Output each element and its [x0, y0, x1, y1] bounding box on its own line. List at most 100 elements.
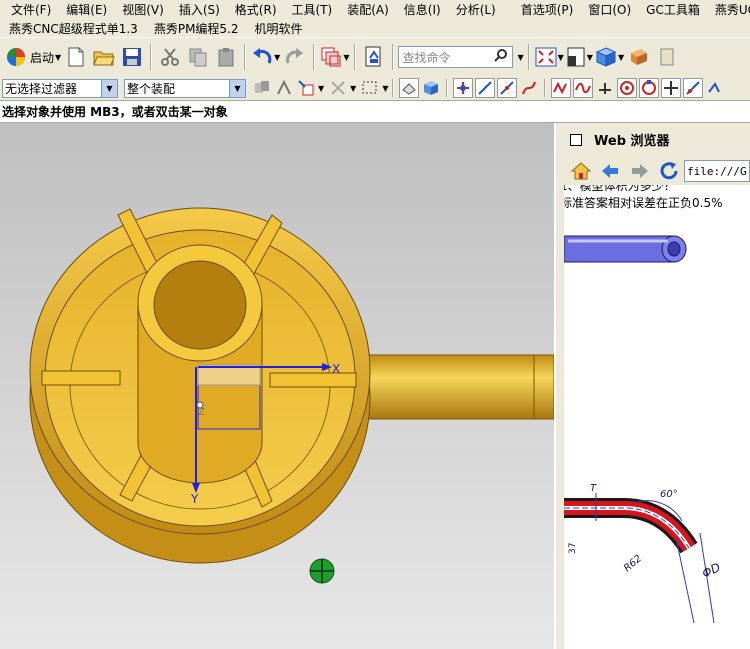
toolbar-separator: [354, 44, 357, 70]
intersection-icon: [599, 83, 612, 94]
redo-button[interactable]: [282, 43, 308, 71]
part-navigator-button[interactable]: [626, 43, 652, 71]
browser-toggle-checkbox[interactable]: [570, 133, 582, 146]
center-tube-hole: [153, 260, 247, 350]
snap-quadrant-button[interactable]: [639, 78, 660, 98]
standard-toolbar: 启动 ▼ ▼ ▼ 查找命令 ▼ ▼ ▼ ▼: [0, 37, 750, 77]
snap-tangent-button[interactable]: [705, 78, 725, 98]
snap-midpoint-button[interactable]: [497, 78, 518, 98]
cut-button[interactable]: [157, 43, 183, 71]
undo-icon: [253, 48, 272, 64]
menu-yanxiu-ug[interactable]: 燕秀UG: [708, 1, 750, 18]
selection-scope-select[interactable]: 整个装配 ▼: [124, 78, 246, 98]
more-tools-button[interactable]: [654, 43, 680, 71]
snap-face-button[interactable]: [421, 78, 441, 98]
search-placeholder: 查找命令: [402, 50, 451, 65]
toolbar-separator: [392, 44, 395, 70]
address-input[interactable]: file:///G: [684, 160, 750, 182]
snap-center-button[interactable]: [617, 78, 638, 98]
type-filter-value: 无选择过滤器: [5, 81, 78, 96]
command-search-input[interactable]: 查找命令: [398, 46, 514, 68]
menu-yanxiu-cnc[interactable]: 燕秀CNC超级程式单1.3: [0, 20, 145, 37]
snap-on-curve-button[interactable]: [683, 78, 704, 98]
home-icon[interactable]: [570, 161, 592, 181]
snap-wave-button[interactable]: [573, 78, 594, 98]
snap-endpoint-button[interactable]: [453, 78, 474, 98]
copy-icon: [189, 48, 207, 67]
chevron-down-icon: ▼: [229, 79, 245, 97]
menu-view[interactable]: 视图(V): [115, 1, 172, 18]
layer-settings-icon: [321, 47, 341, 67]
layer-button[interactable]: ▼: [320, 43, 349, 71]
browser-title: Web 浏览器: [594, 134, 670, 149]
redo-icon: [286, 48, 304, 64]
point-on-curve-icon: [686, 81, 701, 95]
rectangle-select-button[interactable]: [360, 78, 380, 98]
menu-window[interactable]: 窗口(O): [581, 1, 639, 18]
paste-button[interactable]: [213, 43, 239, 71]
fit-view-button[interactable]: ▼: [535, 43, 564, 71]
render-style-button[interactable]: ▼: [566, 43, 593, 71]
save-icon: [123, 48, 142, 66]
forward-arrow-icon[interactable]: [630, 162, 650, 180]
center-point-icon: [620, 81, 635, 95]
prompt-line: 选择对象并使用 MB3，或者双击某一对象: [0, 101, 750, 123]
fit-view-icon: [535, 47, 557, 67]
point-icon: [664, 81, 679, 95]
start-button[interactable]: 启动 ▼: [1, 43, 61, 71]
save-button[interactable]: [119, 43, 145, 71]
shading-button[interactable]: ▼: [595, 43, 624, 71]
snap-point-button[interactable]: [661, 78, 682, 98]
snap-tool-button[interactable]: [328, 78, 348, 98]
chevron-down-icon: ▼: [586, 52, 593, 62]
new-button[interactable]: [63, 43, 89, 71]
chevron-down-icon: ▼: [101, 79, 117, 97]
menu-assembly[interactable]: 装配(A): [340, 1, 397, 18]
graphics-viewport[interactable]: X Y Z: [0, 123, 554, 649]
toolbar-separator: [313, 44, 316, 70]
toolbar-separator: [244, 44, 247, 70]
selection-toolbar: 无选择过滤器 ▼ 整个装配 ▼ ▼ ▼ ▼: [0, 76, 750, 101]
web-browser-panel: Web 浏览器 file:///G 1、模型体积为多少？ 标准答案相对误差在正负…: [554, 123, 750, 649]
snap-line-button[interactable]: [475, 78, 496, 98]
shaded-cube-icon: [595, 47, 617, 67]
chevron-down-icon[interactable]: ▼: [382, 84, 388, 93]
menu-edit[interactable]: 编辑(E): [59, 1, 115, 18]
selection-tool-button[interactable]: [252, 78, 272, 98]
feature-select-button[interactable]: [296, 78, 316, 98]
chevron-down-icon[interactable]: ▼: [517, 53, 523, 62]
menu-format[interactable]: 格式(R): [228, 1, 285, 18]
menu-tools[interactable]: 工具(T): [285, 1, 341, 18]
chevron-down-icon: ▼: [55, 52, 62, 62]
menu-preferences[interactable]: 首选项(P): [514, 1, 582, 18]
snap-curve-button[interactable]: [551, 78, 572, 98]
address-value: file:///G: [687, 164, 747, 178]
general-selection-button[interactable]: [274, 78, 294, 98]
command-finder-button[interactable]: [361, 43, 387, 71]
type-filter-select[interactable]: 无选择过滤器 ▼: [2, 78, 118, 98]
selection-settings-icon: [277, 79, 291, 95]
menu-gc-toolbox[interactable]: GC工具箱: [639, 1, 708, 18]
toolbar-separator: [446, 79, 449, 97]
snap-intersection-button[interactable]: [595, 78, 615, 98]
menu-insert[interactable]: 插入(S): [172, 1, 228, 18]
browser-content[interactable]: 1、模型体积为多少？ 标准答案相对误差在正负0.5% T 60° 37 R62 …: [564, 185, 750, 649]
undo-button[interactable]: ▼: [251, 43, 280, 71]
chevron-down-icon[interactable]: ▼: [350, 84, 356, 93]
model-3d[interactable]: X Y Z: [0, 123, 554, 649]
menu-yanxiu-pm[interactable]: 燕秀PM编程5.2: [145, 20, 246, 37]
chevron-down-icon[interactable]: ▼: [318, 84, 324, 93]
open-button[interactable]: [91, 43, 117, 71]
back-arrow-icon[interactable]: [600, 162, 620, 180]
copy-button[interactable]: [185, 43, 211, 71]
refresh-icon[interactable]: [658, 160, 680, 182]
line-icon: [478, 81, 493, 95]
menu-analysis[interactable]: 分析(L): [449, 1, 504, 18]
svg-text:60°: 60°: [660, 489, 678, 500]
snap-object-button[interactable]: [399, 78, 420, 98]
snap-spline-button[interactable]: [519, 78, 539, 98]
menu-info[interactable]: 信息(I): [397, 1, 449, 18]
menu-jiming[interactable]: 机明软件: [246, 20, 310, 37]
assembly-filter-icon: [255, 81, 269, 93]
menu-file[interactable]: 文件(F): [4, 1, 59, 18]
